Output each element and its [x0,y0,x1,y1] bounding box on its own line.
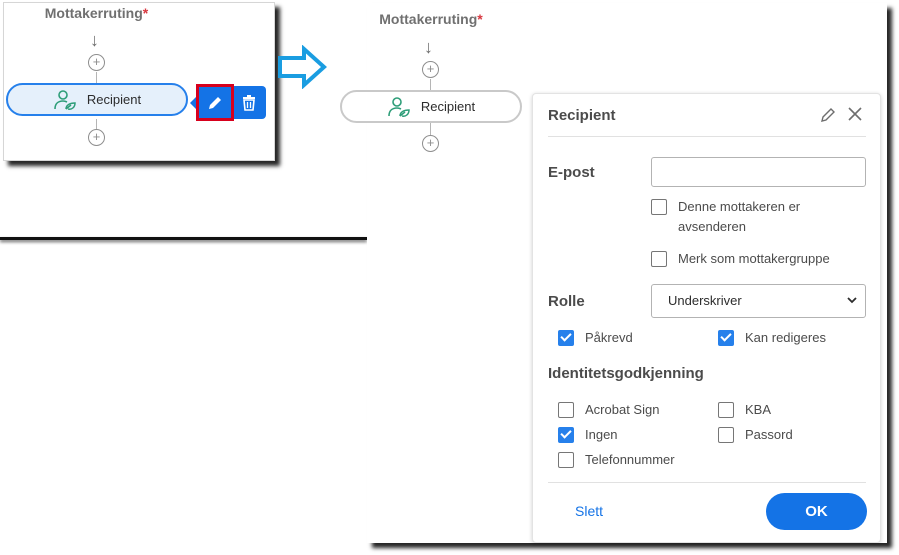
recipient-icon [388,96,410,117]
trash-icon [243,94,255,111]
auth-label-ingen: Ingen [585,427,618,442]
recipient-node[interactable]: Recipient [340,90,522,123]
group-checkbox-label: Merk som mottakergruppe [678,251,830,266]
recipient-icon [54,89,76,110]
email-label: E-post [548,164,595,181]
auth-checkbox-kba[interactable] [718,402,734,418]
editable-checkbox-label: Kan redigeres [745,330,826,345]
edit-button[interactable] [196,84,234,121]
email-field[interactable] [651,157,866,187]
auth-label-kba: KBA [745,402,772,417]
auth-label-telefonnummer: Telefonnummer [585,452,675,467]
recipient-properties-panel: Recipient E-post Denne mottakeren er avse… [532,93,881,543]
close-icon[interactable] [846,105,864,123]
auth-label-passord: Passord [745,427,793,442]
delete-button[interactable] [232,86,266,119]
recipient-label: Recipient [420,99,476,114]
add-step-button[interactable]: + [88,129,105,146]
divider [0,237,367,240]
panel-title: Recipient [548,107,616,124]
sender-checkbox-label: Denne mottakeren er avsenderen [678,199,801,234]
identity-label: Identitetsgodkjenning [548,365,704,382]
required-checkbox[interactable] [558,330,574,346]
routing-title: Mottakerruting* [44,5,149,21]
editable-checkbox[interactable] [718,330,734,346]
ok-button[interactable]: OK [766,493,867,530]
arrow-down-icon: ↓ [424,37,433,57]
arrow-down-icon: ↓ [90,30,99,50]
recipient-node[interactable]: Recipient [6,83,188,116]
pencil-icon[interactable] [819,106,837,124]
auth-label-acrobat-sign: Acrobat Sign [585,402,660,417]
auth-checkbox-acrobat-sign[interactable] [558,402,574,418]
arrow-right-icon [278,45,327,89]
add-step-button[interactable]: + [422,135,439,152]
auth-checkbox-ingen[interactable] [558,427,574,443]
pencil-icon [209,96,221,109]
node-actions [190,84,266,121]
chevron-down-icon [847,297,857,304]
role-label: Rolle [548,293,585,310]
recipient-label: Recipient [86,92,142,107]
auth-checkbox-passord[interactable] [718,427,734,443]
auth-checkbox-telefonnummer[interactable] [558,452,574,468]
divider [548,136,866,137]
add-step-button[interactable]: + [88,54,105,71]
divider [548,482,866,483]
required-checkbox-label: Påkrevd [585,330,633,345]
before-screenshot: Mottakerruting* ↓ + Recipient + [3,2,275,161]
role-select[interactable]: Underskriver [651,284,866,318]
group-checkbox[interactable] [651,251,667,267]
delete-link[interactable]: Slett [575,503,603,519]
routing-title: Mottakerruting* [379,11,483,27]
sender-checkbox[interactable] [651,199,667,215]
add-step-button[interactable]: + [422,61,439,78]
